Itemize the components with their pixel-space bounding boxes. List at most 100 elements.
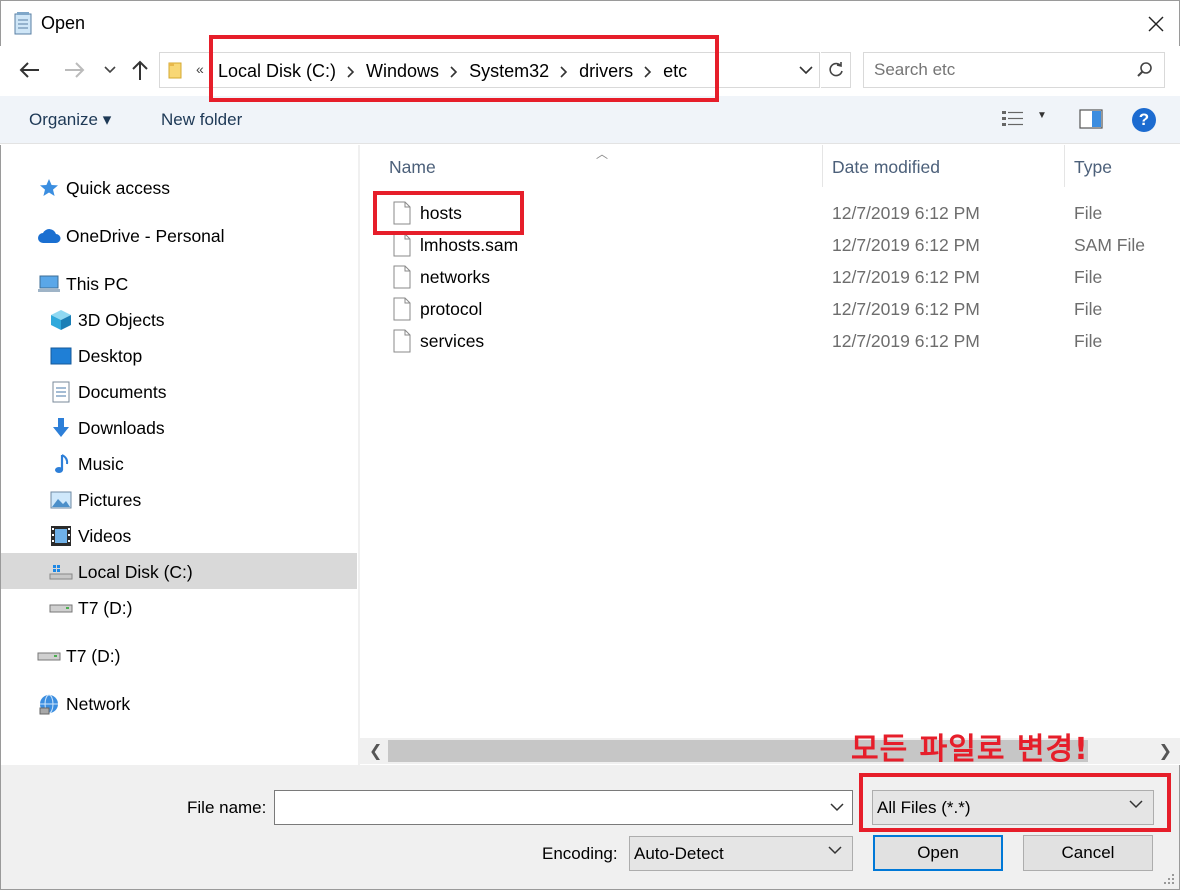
sidebar-item-t7-d[interactable]: T7 (D:) [49, 590, 132, 626]
file-row-services[interactable]: services 12/7/2019 6:12 PM File [360, 325, 1180, 357]
file-type-filter-select[interactable]: All Files (*.*) [872, 790, 1154, 825]
file-type: File [1074, 299, 1103, 319]
chevron-right-icon[interactable] [441, 65, 467, 78]
sort-ascending-icon: ︿ [596, 147, 609, 161]
network-icon [37, 692, 61, 716]
navigation-pane: Quick access OneDrive - Personal This PC… [0, 145, 358, 765]
breadcrumb-local-disk[interactable]: Local Disk (C:) [216, 61, 338, 82]
sidebar-item-documents[interactable]: Documents [49, 374, 167, 410]
arrow-left-icon [19, 62, 39, 78]
music-icon [49, 452, 73, 476]
file-name: services [420, 331, 485, 351]
sidebar-item-this-pc[interactable]: This PC [37, 266, 128, 302]
refresh-button[interactable] [821, 52, 851, 88]
sidebar-item-label: Quick access [66, 177, 171, 198]
file-type-filter-value: All Files (*.*) [877, 798, 971, 817]
desktop-icon [49, 344, 73, 368]
sidebar-item-t7-d-root[interactable]: T7 (D:) [37, 638, 120, 674]
forward-button[interactable] [62, 58, 86, 82]
sidebar-item-label: Pictures [78, 489, 142, 510]
encoding-select[interactable]: Auto-Detect [629, 836, 853, 871]
file-date: 12/7/2019 6:12 PM [832, 267, 980, 287]
annotation-text: 모든 파일로 변경! [851, 732, 1089, 767]
arrow-up-icon [132, 60, 148, 80]
view-dropdown-icon[interactable]: ▼ [1037, 110, 1047, 121]
sidebar-item-local-disk-c[interactable]: Local Disk (C:) [49, 554, 193, 590]
new-folder-button[interactable]: New folder [161, 110, 242, 130]
file-icon [393, 201, 411, 225]
view-options-icon[interactable] [1001, 109, 1025, 129]
sidebar-item-desktop[interactable]: Desktop [49, 338, 142, 374]
preview-pane-icon[interactable] [1079, 108, 1103, 130]
file-row-networks[interactable]: networks 12/7/2019 6:12 PM File [360, 261, 1180, 293]
chevron-down-icon [1129, 800, 1143, 809]
up-button[interactable] [128, 58, 152, 82]
resize-grip-icon[interactable] [1161, 871, 1175, 885]
sidebar-item-label: Network [66, 693, 131, 714]
organize-button[interactable]: Organize ▾ [29, 110, 111, 130]
file-row-hosts[interactable]: hosts 12/7/2019 6:12 PM File [360, 197, 1180, 229]
notepad-icon [14, 12, 32, 35]
file-name-input[interactable] [274, 790, 853, 825]
cloud-icon [37, 224, 61, 248]
chevron-down-icon [828, 846, 842, 855]
sidebar-item-pictures[interactable]: Pictures [49, 482, 141, 518]
sidebar-item-onedrive[interactable]: OneDrive - Personal [37, 218, 225, 254]
chevron-down-icon [104, 66, 116, 74]
scroll-left-icon[interactable]: ❮ [369, 741, 382, 761]
column-header-name[interactable]: Name [389, 157, 436, 178]
search-input[interactable] [874, 60, 1124, 80]
chevron-right-icon[interactable] [338, 65, 364, 78]
file-date: 12/7/2019 6:12 PM [832, 299, 980, 319]
chevron-down-icon[interactable] [830, 803, 844, 812]
address-dropdown-button[interactable] [795, 59, 817, 81]
close-button[interactable] [1133, 1, 1179, 47]
breadcrumb-drivers[interactable]: drivers [577, 61, 635, 82]
chevron-right-icon[interactable] [635, 65, 661, 78]
chevron-down-icon [799, 65, 813, 74]
column-divider[interactable] [1064, 145, 1065, 187]
column-header-type[interactable]: Type [1074, 157, 1112, 178]
computer-icon [37, 272, 61, 296]
sidebar-item-label: Music [78, 453, 124, 474]
sidebar-item-label: OneDrive - Personal [66, 225, 225, 246]
sidebar-item-downloads[interactable]: Downloads [49, 410, 165, 446]
usb-drive-icon [37, 644, 61, 668]
breadcrumb-windows[interactable]: Windows [364, 61, 441, 82]
file-row-lmhosts[interactable]: lmhosts.sam 12/7/2019 6:12 PM SAM File [360, 229, 1180, 261]
download-icon [49, 416, 73, 440]
cancel-button[interactable]: Cancel [1023, 835, 1153, 871]
file-type: SAM File [1074, 235, 1145, 255]
search-box[interactable] [863, 52, 1165, 88]
sidebar-item-network[interactable]: Network [37, 686, 130, 722]
sidebar-item-music[interactable]: Music [49, 446, 124, 482]
open-button[interactable]: Open [873, 835, 1003, 871]
overflow-chevron[interactable]: « [196, 61, 204, 77]
address-bar[interactable]: « Local Disk (C:) Windows System32 drive… [159, 52, 820, 88]
pictures-icon [49, 488, 73, 512]
breadcrumb-system32[interactable]: System32 [467, 61, 551, 82]
file-row-protocol[interactable]: protocol 12/7/2019 6:12 PM File [360, 293, 1180, 325]
breadcrumb-etc[interactable]: etc [661, 61, 689, 82]
encoding-value: Auto-Detect [634, 844, 724, 863]
file-type: File [1074, 267, 1103, 287]
file-list: ︿ Name Date modified Type hosts 12/7/201… [360, 145, 1180, 765]
recent-locations-button[interactable] [98, 58, 122, 82]
sidebar-item-quick-access[interactable]: Quick access [37, 170, 170, 206]
folder-icon [168, 62, 182, 79]
column-header-date-modified[interactable]: Date modified [832, 157, 940, 178]
videos-icon [49, 524, 73, 548]
file-type: File [1074, 331, 1103, 351]
sidebar-item-3d-objects[interactable]: 3D Objects [49, 302, 165, 338]
file-icon [393, 297, 411, 321]
sidebar-item-label: Downloads [78, 417, 165, 438]
file-icon [393, 265, 411, 289]
sidebar-item-videos[interactable]: Videos [49, 518, 131, 554]
encoding-label: Encoding: [542, 844, 618, 863]
column-divider[interactable] [822, 145, 823, 187]
help-icon[interactable]: ? [1132, 108, 1156, 132]
scroll-right-icon[interactable]: ❯ [1159, 741, 1172, 761]
back-button[interactable] [18, 58, 42, 82]
arrow-right-icon [65, 62, 85, 78]
chevron-right-icon[interactable] [551, 65, 577, 78]
